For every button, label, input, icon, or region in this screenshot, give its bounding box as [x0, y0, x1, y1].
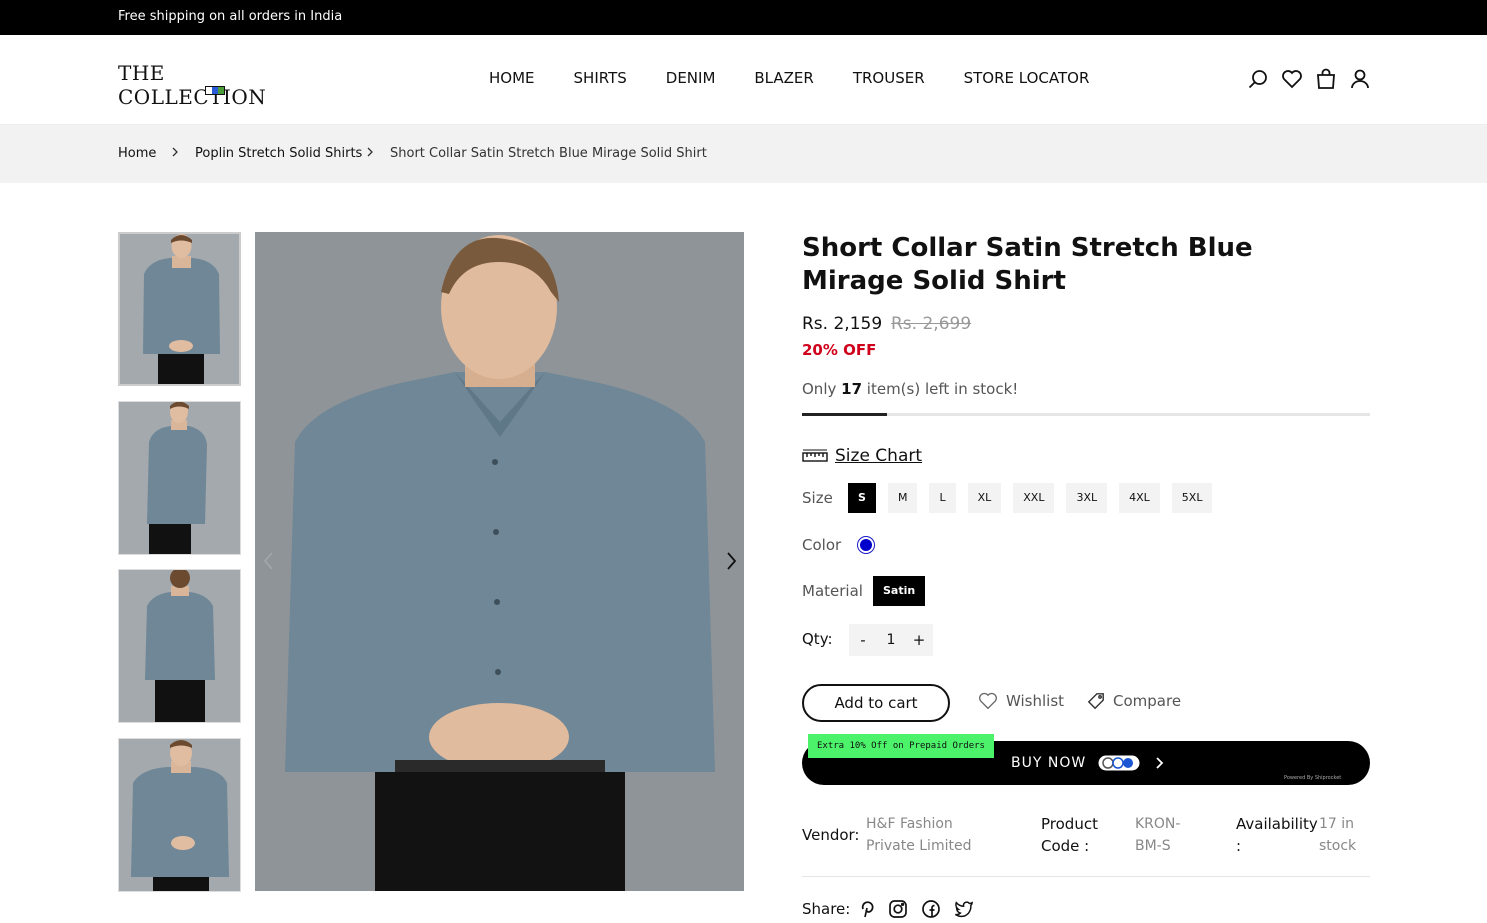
availability-label: Availability : [1236, 815, 1318, 855]
facebook-icon[interactable] [921, 899, 941, 919]
size-chart-link[interactable]: Size Chart [802, 446, 922, 466]
product-main-image[interactable] [255, 232, 744, 891]
size-option-4xl[interactable]: 4XL [1119, 483, 1160, 513]
nav-denim[interactable]: DENIM [666, 69, 716, 87]
heart-icon[interactable] [1280, 67, 1304, 91]
pinterest-icon[interactable] [857, 899, 877, 919]
search-icon[interactable] [1246, 67, 1270, 91]
quantity-value[interactable]: 1 [879, 632, 903, 648]
material-label: Material [802, 582, 863, 600]
size-option-l[interactable]: L [929, 483, 956, 513]
model-front-image [120, 234, 239, 384]
twitter-icon[interactable] [954, 899, 974, 919]
color-swatch-blue[interactable] [857, 536, 875, 554]
tag-icon [1087, 693, 1104, 710]
compare-label: Compare [1113, 692, 1182, 710]
discount-badge: 20% OFF [802, 341, 877, 359]
chevron-right-icon [367, 147, 373, 157]
ruler-icon [802, 449, 828, 462]
availability-value: 17 in stock [1319, 816, 1357, 854]
color-swatch-fill [860, 539, 872, 551]
wishlist-label: Wishlist [1006, 692, 1065, 710]
nav-trouser[interactable]: TROUSER [853, 69, 925, 87]
instagram-icon[interactable] [888, 899, 908, 919]
wishlist-button[interactable]: Wishlist [978, 692, 1064, 710]
quantity-decrease-button[interactable]: - [851, 631, 875, 649]
site-header: THE COLLECTION HOME SHIRTS DENIM BLAZER … [0, 35, 1487, 125]
breadcrumb-collection[interactable]: Poplin Stretch Solid Shirts [195, 146, 362, 161]
heart-icon [979, 692, 997, 710]
breadcrumb-home[interactable]: Home [118, 146, 156, 161]
share-label: Share: [802, 900, 851, 918]
powered-by-text: Powered By Shiprocket [1284, 775, 1342, 781]
model-side-image [119, 402, 240, 554]
product-code-value: KRON-BM-S [1135, 816, 1181, 854]
announcement-text: Free shipping on all orders in India [118, 9, 343, 24]
vendor-value: H&F Fashion Private Limited [866, 816, 972, 854]
stock-progress-bar [802, 413, 1370, 416]
compare-price: Rs. 2,699 [891, 314, 972, 334]
user-icon[interactable] [1348, 67, 1372, 91]
vendor-label: Vendor: [802, 826, 860, 844]
prev-image-arrow-icon[interactable] [259, 550, 279, 572]
product-thumbnail-3[interactable] [118, 569, 241, 723]
material-option-satin[interactable]: Satin [873, 576, 926, 606]
nav-blazer[interactable]: BLAZER [754, 69, 813, 87]
product-thumbnail-2[interactable] [118, 401, 241, 555]
product-thumbnail-4[interactable] [118, 738, 241, 892]
quantity-increase-button[interactable]: + [907, 631, 931, 649]
nav-shirts[interactable]: SHIRTS [574, 69, 627, 87]
add-to-cart-button[interactable]: Add to cart [802, 684, 950, 722]
size-options: S M L XL XXL 3XL 4XL 5XL [848, 483, 1224, 513]
logo-mark-icon [205, 86, 225, 95]
header-icons [1246, 67, 1382, 91]
product-code-label: Product Code : [1041, 815, 1098, 855]
payment-methods-icon [1098, 755, 1140, 771]
brand-logo[interactable]: THE COLLECTION [118, 61, 318, 109]
nav-home[interactable]: HOME [489, 69, 535, 87]
prepaid-offer-badge: Extra 10% Off on Prepaid Orders [808, 734, 994, 758]
chevron-right-icon [172, 147, 178, 157]
brand-name: THE COLLECTION [118, 61, 267, 109]
stock-count: 17 [841, 380, 863, 398]
model-back-image [119, 570, 240, 722]
size-option-3xl[interactable]: 3XL [1066, 483, 1108, 513]
quantity-label: Qty: [802, 630, 833, 648]
size-option-5xl[interactable]: 5XL [1171, 483, 1213, 513]
model-photo [255, 232, 744, 891]
size-option-xxl[interactable]: XXL [1013, 483, 1055, 513]
chevron-right-icon [1156, 757, 1164, 769]
next-image-arrow-icon[interactable] [721, 550, 741, 572]
size-option-s[interactable]: S [848, 483, 876, 513]
nav-store-locator[interactable]: STORE LOCATOR [964, 69, 1090, 87]
buy-now-label: BUY NOW [1011, 755, 1087, 771]
breadcrumb: Home Poplin Stretch Solid Shirts Short C… [0, 125, 1487, 183]
product-thumbnail-1[interactable] [118, 232, 241, 386]
divider [802, 876, 1370, 877]
size-chart-label: Size Chart [835, 446, 923, 466]
quantity-stepper: - 1 + [849, 624, 933, 656]
product-price: Rs. 2,159 [802, 314, 883, 334]
color-label: Color [802, 536, 842, 554]
model-closeup-image [119, 739, 240, 891]
stock-message: Only 17 item(s) left in stock! [802, 380, 1019, 398]
size-option-xl[interactable]: XL [967, 483, 1002, 513]
main-nav: HOME SHIRTS DENIM BLAZER TROUSER STORE L… [489, 69, 1128, 87]
compare-button[interactable]: Compare [1087, 692, 1181, 710]
stock-progress-fill [802, 413, 888, 416]
size-option-m[interactable]: M [887, 483, 918, 513]
bag-icon[interactable] [1314, 67, 1338, 91]
product-title: Short Collar Satin Stretch Blue Mirage S… [802, 233, 1253, 296]
breadcrumb-current: Short Collar Satin Stretch Blue Mirage S… [390, 146, 707, 161]
size-label: Size [802, 489, 833, 507]
announcement-bar: Free shipping on all orders in India [0, 0, 1487, 35]
